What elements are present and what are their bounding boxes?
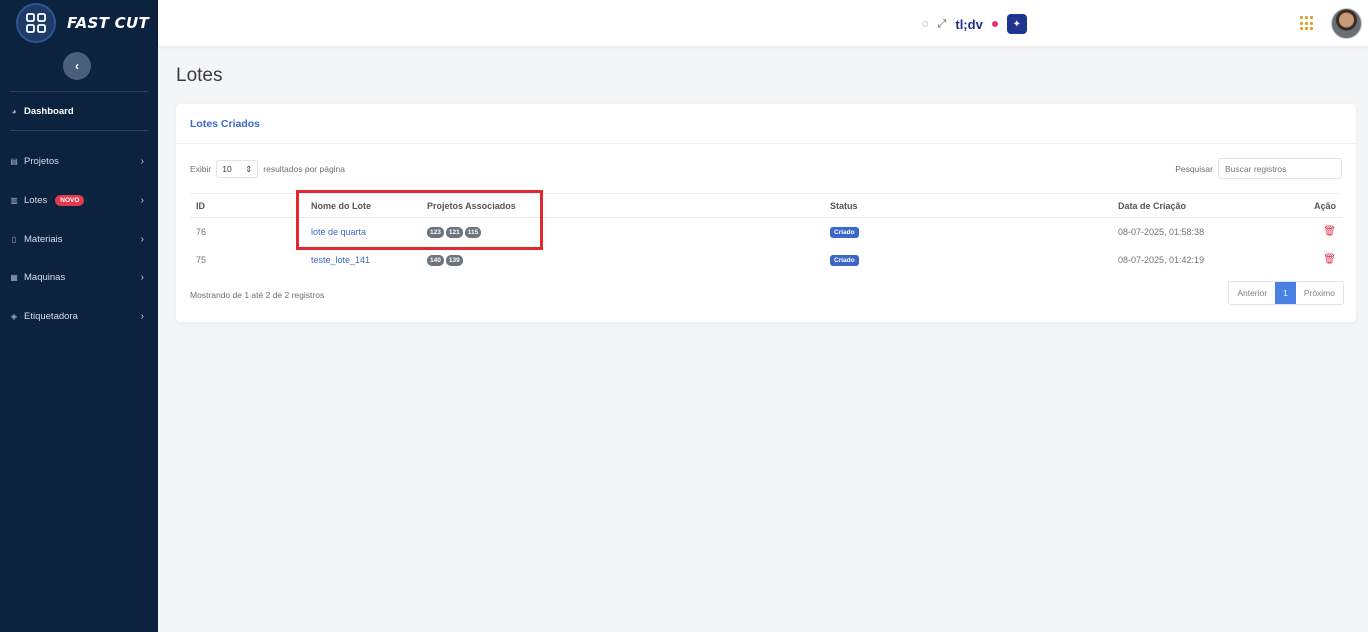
trash-icon[interactable]: 🗑 [1323,254,1336,265]
apps-grid-icon[interactable] [1300,16,1315,31]
chevron-left-icon: ‹ [75,59,79,73]
avatar[interactable] [1331,8,1362,39]
page-1-button[interactable]: 1 [1275,282,1296,304]
cell-date: 08-07-2025, 01:42:19 [1118,254,1205,265]
card-title: Lotes Criados [190,117,261,130]
dashboard-icon: ◕ [11,106,17,116]
sidebar-item-dashboard[interactable]: ◕ Dashboard [0,100,158,122]
fast-cut-logo-icon [16,3,56,43]
cell-date: 08-07-2025, 01:58:38 [1118,226,1205,237]
chevron-right-icon: › [140,155,144,167]
card-header: Lotes Criados [176,104,1356,144]
projects-icon: ▤ [10,156,18,166]
extension-icon[interactable]: ✦ [1006,14,1027,34]
sidebar-item-label: Dashboard [24,105,74,117]
prev-page-button[interactable]: Anterior [1229,282,1275,304]
column-header-id[interactable]: ID [190,193,305,218]
length-suffix: resultados por página [263,164,346,174]
materials-icon: ▯ [11,234,17,244]
page-title: Lotes [176,65,223,86]
cell-id: 75 [196,254,207,265]
length-value: 10 [222,164,232,174]
brand-name: FAST CUT [67,14,149,32]
sidebar-divider [10,91,148,92]
column-header-acao: Ação [1300,193,1342,218]
label-printer-icon: ◈ [10,311,18,321]
sidebar: FAST CUT ‹ ◕ Dashboard ▤ Projetos › ▥ Lo… [0,0,158,632]
lote-name-link[interactable]: teste_lote_141 [311,255,370,265]
column-header-status[interactable]: Status [824,193,1112,218]
select-arrows-icon: ⇕ [245,163,253,174]
search-label: Pesquisar [1175,163,1213,174]
chevron-right-icon: › [140,271,144,283]
novo-badge: NOVO [55,194,85,206]
sidebar-item-label: Materiais [24,233,63,245]
chevron-right-icon: › [140,233,144,245]
lotes-icon: ▥ [10,195,18,205]
column-header-data[interactable]: Data de Criação [1112,193,1300,218]
trash-icon[interactable]: 🗑 [1323,226,1336,237]
pagination: Anterior 1 Próximo [1228,281,1344,305]
recording-extension-toolbar: ◌ ⤢ tl;dv ✦ [922,14,1027,34]
cell-id: 76 [196,226,207,237]
tldv-label[interactable]: tl;dv [955,17,982,32]
table-info: Mostrando de 1 até 2 de 2 registros [190,290,325,300]
next-page-button[interactable]: Próximo [1296,282,1343,304]
search-control: Pesquisar [1175,158,1342,179]
length-prefix: Exibir [190,164,212,174]
sidebar-item-label: Lotes [24,194,48,206]
sidebar-item-projetos[interactable]: ▤ Projetos › [0,150,158,172]
highlight-annotation [296,190,543,250]
eye-off-icon[interactable]: ◌ [922,18,929,30]
length-select[interactable]: 10 ⇕ [216,160,259,178]
length-control: Exibir 10 ⇕ resultados por página [190,160,345,178]
project-badge: 140 [427,254,444,266]
topbar: ◌ ⤢ tl;dv ✦ [158,0,1368,46]
sidebar-collapse-button[interactable]: ‹ [63,52,91,80]
recording-dot-icon [991,21,998,27]
brand[interactable]: FAST CUT [0,0,158,46]
sidebar-item-materiais[interactable]: ▯ Materiais › [0,228,158,250]
sidebar-item-etiquetadora[interactable]: ◈ Etiquetadora › [0,305,158,327]
sidebar-item-label: Etiquetadora [24,310,78,322]
chevron-right-icon: › [140,194,144,206]
search-input[interactable] [1218,158,1342,179]
sidebar-item-maquinas[interactable]: ▦ Maquinas › [0,266,158,288]
sidebar-divider [10,130,148,131]
chevron-right-icon: › [140,310,144,322]
status-badge: Criado [830,254,859,266]
sidebar-item-lotes[interactable]: ▥ Lotes NOVO › [0,189,158,211]
sidebar-item-label: Projetos [24,155,59,167]
expand-icon[interactable]: ⤢ [938,18,947,31]
machines-icon: ▦ [10,272,18,282]
sidebar-item-label: Maquinas [24,271,66,283]
status-badge: Criado [830,226,859,238]
project-badge: 139 [445,254,463,266]
